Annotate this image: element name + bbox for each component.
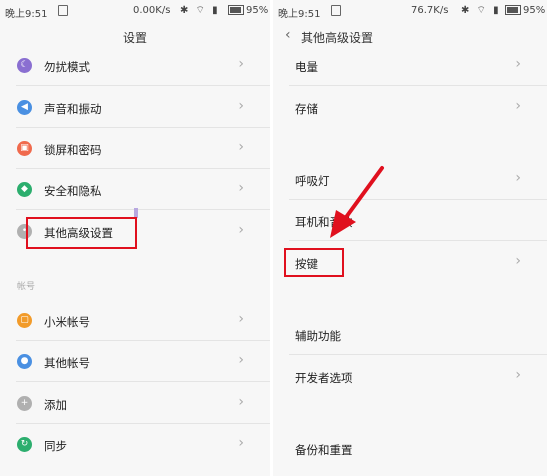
settings-item-label: 锁屏和密码 xyxy=(44,143,102,157)
divider xyxy=(289,354,547,355)
battery-icon xyxy=(505,5,521,15)
chevron-right-icon: › xyxy=(515,253,521,269)
settings-item-sound[interactable]: ◀ 声音和振动 › xyxy=(0,88,270,128)
divider xyxy=(16,423,270,424)
chevron-right-icon: › xyxy=(515,170,521,186)
advanced-settings-screen: 晚上9:51 76.7K/s ✱ ⌔ ▮ 95% ‹ 其他高级设置 电量 › 存… xyxy=(273,0,547,476)
settings-item-label: 电量 xyxy=(295,60,318,74)
settings-item-storage[interactable]: 存储 › xyxy=(273,88,547,128)
moon-icon: ☾ xyxy=(17,58,32,73)
settings-item-label: 勿扰模式 xyxy=(44,60,90,74)
lock-icon: ▣ xyxy=(17,141,32,156)
section-header-accounts: 帐号 xyxy=(17,282,36,292)
sync-icon: ↻ xyxy=(17,437,32,452)
divider xyxy=(16,85,270,86)
settings-item-other-accounts[interactable]: ● 其他帐号 › xyxy=(0,342,270,382)
annotation-arrow-icon xyxy=(330,166,384,238)
divider xyxy=(16,168,270,169)
divider xyxy=(289,85,547,86)
settings-item-label: 辅助功能 xyxy=(295,329,341,343)
chevron-right-icon: › xyxy=(515,56,521,72)
divider xyxy=(289,240,547,241)
settings-item-notification-light[interactable]: 呼吸灯 › xyxy=(273,160,547,200)
chevron-right-icon: › xyxy=(238,98,244,114)
shield-icon: ◆ xyxy=(17,182,32,197)
highlight-box xyxy=(284,248,344,277)
page-title: 设置 xyxy=(122,31,147,45)
settings-item-label: 备份和重置 xyxy=(295,443,353,457)
chevron-right-icon: › xyxy=(238,180,244,196)
mi-icon: ▢ xyxy=(17,313,32,328)
settings-item-headphones[interactable]: 耳机和音效 xyxy=(273,201,547,241)
settings-item-add[interactable]: + 添加 › xyxy=(0,384,270,424)
battery-percent: 95% xyxy=(246,5,269,16)
person-icon: ● xyxy=(17,354,32,369)
settings-item-label: 存储 xyxy=(295,102,318,116)
speaker-icon: ◀ xyxy=(17,100,32,115)
settings-item-label: 开发者选项 xyxy=(295,371,353,385)
status-time: 晚上9:51 xyxy=(5,9,48,20)
settings-item-dnd[interactable]: ☾ 勿扰模式 › xyxy=(0,46,270,86)
settings-item-lockscreen[interactable]: ▣ 锁屏和密码 › xyxy=(0,129,270,169)
divider xyxy=(16,381,270,382)
chevron-right-icon: › xyxy=(515,98,521,114)
chevron-right-icon: › xyxy=(238,56,244,72)
settings-item-developer[interactable]: 开发者选项 › xyxy=(273,357,547,397)
highlight-box xyxy=(26,217,137,249)
plus-icon: + xyxy=(17,396,32,411)
settings-item-mi-account[interactable]: ▢ 小米帐号 › xyxy=(0,301,270,341)
battery-percent: 95% xyxy=(523,5,546,16)
settings-item-accessibility[interactable]: 辅助功能 xyxy=(273,315,547,355)
settings-item-sync[interactable]: ↻ 同步 › xyxy=(0,425,270,465)
settings-item-label: 添加 xyxy=(44,398,67,412)
settings-item-label: 声音和振动 xyxy=(44,102,102,116)
divider xyxy=(16,127,270,128)
status-bar: 晚上9:51 76.7K/s ✱ ⌔ ▮ 95% xyxy=(273,0,547,22)
settings-item-battery[interactable]: 电量 › xyxy=(273,46,547,86)
settings-item-security[interactable]: ◆ 安全和隐私 › xyxy=(0,170,270,210)
settings-item-label: 小米帐号 xyxy=(44,315,90,329)
chevron-right-icon: › xyxy=(238,222,244,238)
signal-icons: ✱ ⌔ ▮ xyxy=(180,5,220,16)
network-speed: 0.00K/s xyxy=(133,5,171,16)
status-bar: 晚上9:51 0.00K/s ✱ ⌔ ▮ 95% xyxy=(0,0,270,22)
battery-icon xyxy=(228,5,244,15)
chevron-right-icon: › xyxy=(238,311,244,327)
status-time: 晚上9:51 xyxy=(278,9,321,20)
settings-item-backup[interactable]: 备份和重置 xyxy=(273,429,547,469)
settings-item-label: 其他帐号 xyxy=(44,356,90,370)
settings-screen: 晚上9:51 0.00K/s ✱ ⌔ ▮ 95% 设置 ☾ 勿扰模式 › ◀ 声… xyxy=(0,0,270,476)
chevron-right-icon: › xyxy=(238,394,244,410)
sim-icon xyxy=(331,5,341,16)
chevron-right-icon: › xyxy=(515,367,521,383)
divider xyxy=(16,209,270,210)
chevron-right-icon: › xyxy=(238,139,244,155)
page-title: 其他高级设置 xyxy=(301,31,374,45)
back-arrow-icon[interactable]: ‹ xyxy=(285,27,291,43)
signal-icons: ✱ ⌔ ▮ xyxy=(461,5,501,16)
chevron-right-icon: › xyxy=(238,435,244,451)
settings-item-label: 同步 xyxy=(44,439,67,453)
settings-item-label: 安全和隐私 xyxy=(44,184,102,198)
sim-icon xyxy=(58,5,68,16)
network-speed: 76.7K/s xyxy=(411,5,449,16)
chevron-right-icon: › xyxy=(238,352,244,368)
divider xyxy=(16,340,270,341)
